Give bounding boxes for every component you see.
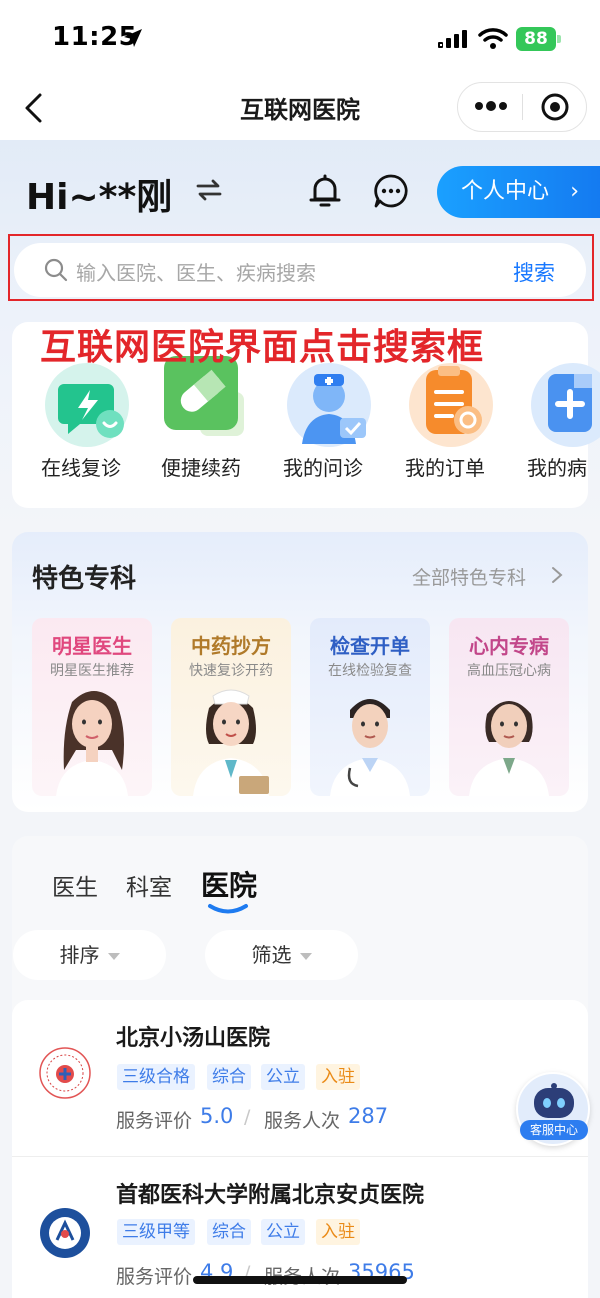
active-tab-indicator xyxy=(208,904,248,914)
personal-center-button[interactable]: 个人中心 › xyxy=(437,166,600,218)
specialty-subtitle: 在线检验复查 xyxy=(328,663,412,679)
personal-center-label: 个人中心 xyxy=(461,179,550,204)
sort-dropdown[interactable]: 排序 xyxy=(13,930,166,980)
online-revisit-icon xyxy=(45,363,129,447)
order-icon xyxy=(409,363,493,447)
switch-account-icon[interactable] xyxy=(194,176,224,204)
rating-label: 服务评价 xyxy=(116,1110,193,1132)
close-target-icon[interactable] xyxy=(538,92,572,122)
hospital-tag: 公立 xyxy=(261,1219,305,1245)
rating-label: 服务评价 xyxy=(116,1266,193,1288)
hospital-logo-icon xyxy=(39,1047,91,1099)
rating-value: 5.0 xyxy=(200,1104,234,1128)
annotation-overlay-text: 互联网医院界面点击搜索框 xyxy=(40,327,485,368)
specialty-card-chinese-medicine[interactable]: 中药抄方 快速复诊开药 xyxy=(171,618,291,796)
cellular-signal-icon xyxy=(438,30,467,48)
search-placeholder: 输入医院、医生、疾病搜索 xyxy=(76,261,316,285)
quick-service-label: 我的订单 xyxy=(405,456,485,480)
battery-indicator: 88 xyxy=(516,27,562,51)
nurse-portrait-icon xyxy=(193,689,269,796)
chevron-right-icon[interactable] xyxy=(550,565,564,585)
doctor-consult-icon xyxy=(287,363,371,447)
hospital-logo-icon xyxy=(40,1208,90,1258)
specialty-subtitle: 快速复诊开药 xyxy=(189,663,273,679)
doctor-portrait-female-icon xyxy=(56,691,128,796)
more-dots-icon[interactable] xyxy=(472,96,510,116)
all-specialties-link[interactable]: 全部特色专科 xyxy=(412,563,526,590)
specialty-card-star-doctor[interactable]: 明星医生 明星医生推荐 xyxy=(32,618,152,796)
quick-service-label: 我的问诊 xyxy=(283,456,363,480)
specialty-title: 明星医生 xyxy=(52,634,132,658)
location-arrow-icon xyxy=(124,29,142,47)
hospital-tag: 三级甲等 xyxy=(117,1219,195,1245)
hospital-tag-settled: 入驻 xyxy=(316,1219,360,1245)
home-indicator xyxy=(193,1276,407,1284)
specialty-title: 心内专病 xyxy=(469,634,549,658)
specialty-card-cardiology[interactable]: 心内专病 高血压冠心病 xyxy=(449,618,569,796)
specialty-subtitle: 高血压冠心病 xyxy=(467,663,551,679)
separator: / xyxy=(244,1106,251,1128)
tab-doctors[interactable]: 医生 xyxy=(52,868,98,902)
hospital-tag: 公立 xyxy=(261,1064,305,1090)
battery-level: 88 xyxy=(516,27,556,51)
filter-dropdown[interactable]: 筛选 xyxy=(205,930,358,980)
hospital-name: 首都医科大学附属北京安贞医院 xyxy=(116,1183,425,1208)
customer-service-label[interactable]: 客服中心 xyxy=(520,1120,588,1140)
hospital-tag: 综合 xyxy=(207,1064,251,1090)
hospital-tag: 三级合格 xyxy=(117,1064,195,1090)
hospital-tag-settled: 入驻 xyxy=(316,1064,360,1090)
specialty-title: 检查开单 xyxy=(330,634,410,658)
hospital-tag: 综合 xyxy=(207,1219,251,1245)
tab-departments[interactable]: 科室 xyxy=(126,868,172,902)
notification-bell-icon[interactable] xyxy=(306,172,344,210)
capsule-divider xyxy=(522,94,523,120)
tab-hospitals[interactable]: 医院 xyxy=(201,864,257,904)
specialty-card-examination[interactable]: 检查开单 在线检验复查 xyxy=(310,618,430,796)
caret-down-icon xyxy=(299,953,312,960)
robot-assistant-icon xyxy=(534,1083,574,1118)
quick-service-label: 我的病 xyxy=(527,456,587,480)
user-greeting: Hi~**刚 xyxy=(26,177,173,218)
visits-label: 服务人次 xyxy=(264,1110,341,1132)
caret-down-icon xyxy=(107,953,120,960)
medical-record-icon xyxy=(531,363,600,447)
doctor-portrait-male-icon xyxy=(330,699,410,796)
hospital-name: 北京小汤山医院 xyxy=(116,1026,271,1051)
chevron-right-icon: › xyxy=(570,179,579,204)
featured-specialties-title: 特色专科 xyxy=(32,564,137,594)
filter-label: 筛选 xyxy=(251,943,292,967)
specialty-title: 中药抄方 xyxy=(191,634,271,658)
search-button[interactable]: 搜索 xyxy=(513,257,555,287)
quick-service-label: 在线复诊 xyxy=(41,456,121,480)
visits-value: 287 xyxy=(348,1104,389,1128)
message-chat-icon[interactable] xyxy=(372,172,410,210)
search-icon xyxy=(44,258,68,282)
quick-service-label: 便捷续药 xyxy=(161,456,241,480)
specialty-subtitle: 明星医生推荐 xyxy=(50,663,134,679)
doctor-portrait-senior-female-icon xyxy=(469,701,549,796)
wifi-icon xyxy=(478,28,508,49)
sort-label: 排序 xyxy=(59,943,100,967)
